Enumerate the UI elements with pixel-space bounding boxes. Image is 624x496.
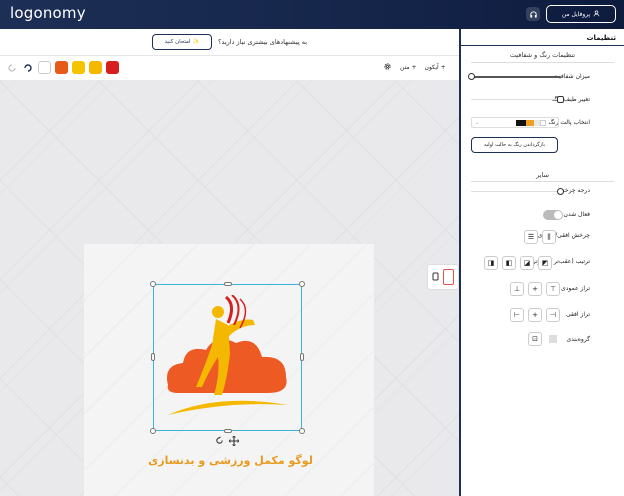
opacity-slider-knob[interactable] bbox=[468, 73, 475, 80]
divider bbox=[471, 62, 614, 63]
color-swatch-white[interactable] bbox=[38, 61, 51, 74]
align-left-button[interactable]: ⊢ bbox=[546, 308, 560, 322]
rotate-icon[interactable] bbox=[215, 436, 224, 447]
align-left-icon: ⊢ bbox=[549, 311, 557, 319]
resize-handle-top-right[interactable] bbox=[299, 281, 305, 287]
flip-vertical-icon: ☰ bbox=[527, 233, 535, 241]
send-back-icon: ◨ bbox=[487, 259, 495, 267]
sparkle-icon: ✨ bbox=[192, 39, 200, 45]
align-center-icon: + bbox=[532, 311, 538, 319]
try-suggestions-button[interactable]: امتحان کنید ✨ bbox=[151, 34, 212, 50]
shadow-toggle[interactable] bbox=[543, 210, 563, 220]
hue-slider[interactable] bbox=[471, 99, 559, 100]
palette-select[interactable]: ⌄ bbox=[471, 117, 559, 128]
color-swatch-yellow[interactable] bbox=[89, 61, 102, 74]
reset-color-button[interactable]: بازگرداندن رنگ به حالت اولیه bbox=[471, 137, 558, 153]
align-middle-button[interactable]: + bbox=[528, 282, 542, 296]
valign-label: تراز عمودی bbox=[561, 285, 590, 292]
bring-forward-icon: ◪ bbox=[523, 259, 531, 267]
resize-handle-bottom-left[interactable] bbox=[150, 428, 156, 434]
panel-title: تنظیمات bbox=[586, 34, 616, 42]
align-bottom-button[interactable]: ⊥ bbox=[510, 282, 524, 296]
color-section-title: تنظیمات رنگ و شفافیت bbox=[509, 51, 576, 59]
resize-handle-bottom-right[interactable] bbox=[299, 428, 305, 434]
selection-box[interactable] bbox=[153, 284, 302, 431]
resize-handle-top-left[interactable] bbox=[150, 281, 156, 287]
panel-title-underline bbox=[461, 45, 624, 46]
profile-label: پروفایل من bbox=[561, 10, 591, 18]
send-backward-icon: ◧ bbox=[505, 259, 513, 267]
align-middle-icon: + bbox=[532, 285, 538, 293]
app-logo[interactable]: logonomy bbox=[10, 4, 86, 22]
align-right-button[interactable]: ⊣ bbox=[510, 308, 524, 322]
hue-slider-knob[interactable] bbox=[557, 96, 564, 103]
profile-button[interactable]: پروفایل من bbox=[546, 5, 616, 23]
halign-label: تراز افقی bbox=[565, 311, 590, 318]
flip-horizontal-icon: ⫼ bbox=[547, 232, 551, 241]
group-button[interactable]: ⊡ bbox=[528, 332, 542, 346]
opacity-slider[interactable] bbox=[471, 76, 561, 78]
floating-tools bbox=[427, 264, 459, 290]
group-label: گروه‌بندی bbox=[566, 336, 590, 343]
send-backward-button[interactable]: ◧ bbox=[502, 256, 516, 270]
add-text-button[interactable]: متن + bbox=[400, 64, 417, 71]
divider bbox=[471, 181, 614, 182]
align-right-icon: ⊣ bbox=[513, 311, 521, 319]
color-swatch-amber[interactable] bbox=[72, 61, 85, 74]
redo-icon[interactable] bbox=[6, 62, 18, 74]
suggestion-text: به پیشنهادهای بیشتری نیاز دارید؟ bbox=[217, 38, 308, 46]
settings-gear-icon[interactable] bbox=[383, 62, 392, 73]
undo-icon[interactable] bbox=[22, 62, 34, 74]
suggestion-bar: امتحان کنید ✨ به پیشنهادهای بیشتری نیاز … bbox=[0, 29, 459, 56]
delete-icon[interactable] bbox=[443, 269, 454, 285]
rotation-slider[interactable] bbox=[471, 191, 559, 192]
add-icon-button[interactable]: آیکون + bbox=[425, 64, 446, 71]
resize-handle-bottom[interactable] bbox=[224, 429, 232, 433]
icon-label: آیکون bbox=[424, 64, 439, 71]
resize-handle-right[interactable] bbox=[300, 353, 304, 361]
align-top-icon: ⊤ bbox=[549, 285, 557, 293]
flip-horizontal-button[interactable]: ⫼ bbox=[542, 230, 556, 244]
rotation-slider-knob[interactable] bbox=[557, 188, 564, 195]
send-to-back-button[interactable]: ◨ bbox=[484, 256, 498, 270]
settings-panel: تنظیمات تنظیمات رنگ و شفافیت میزان شفافی… bbox=[459, 29, 624, 496]
move-icon[interactable] bbox=[228, 435, 240, 448]
resize-handle-top[interactable] bbox=[224, 282, 232, 286]
design-workspace[interactable]: لوگو مکمل ورزشی و بدنسازی bbox=[0, 81, 459, 496]
logo-caption-text[interactable]: لوگو مکمل ورزشی و بدنسازی bbox=[148, 454, 313, 467]
group-icon: ⊡ bbox=[532, 335, 538, 343]
try-label: امتحان کنید bbox=[164, 39, 191, 45]
color-swatch-red[interactable] bbox=[106, 61, 119, 74]
top-header: logonomy پروفایل من bbox=[0, 0, 624, 29]
other-section-title: سایر bbox=[536, 171, 549, 179]
bring-forward-button[interactable]: ◪ bbox=[520, 256, 534, 270]
align-top-button[interactable]: ⊤ bbox=[546, 282, 560, 296]
ungroup-icon[interactable] bbox=[549, 335, 557, 343]
flip-vertical-button[interactable]: ☰ bbox=[524, 230, 538, 244]
support-headset-icon[interactable] bbox=[526, 7, 540, 21]
align-center-button[interactable]: + bbox=[528, 308, 542, 322]
copy-icon[interactable] bbox=[432, 272, 440, 283]
bring-to-front-button[interactable]: ◩ bbox=[538, 256, 552, 270]
resize-handle-left[interactable] bbox=[151, 353, 155, 361]
chevron-down-icon: ⌄ bbox=[475, 120, 480, 126]
canvas-toolbar: متن + آیکون + bbox=[0, 56, 459, 81]
canvas-area: امتحان کنید ✨ به پیشنهادهای بیشتری نیاز … bbox=[0, 29, 459, 496]
user-icon bbox=[593, 9, 600, 19]
text-label: متن bbox=[400, 64, 410, 71]
color-swatch-orange[interactable] bbox=[55, 61, 68, 74]
bring-front-icon: ◩ bbox=[541, 259, 549, 267]
align-bottom-icon: ⊥ bbox=[513, 285, 521, 293]
palette-preview bbox=[516, 120, 546, 126]
